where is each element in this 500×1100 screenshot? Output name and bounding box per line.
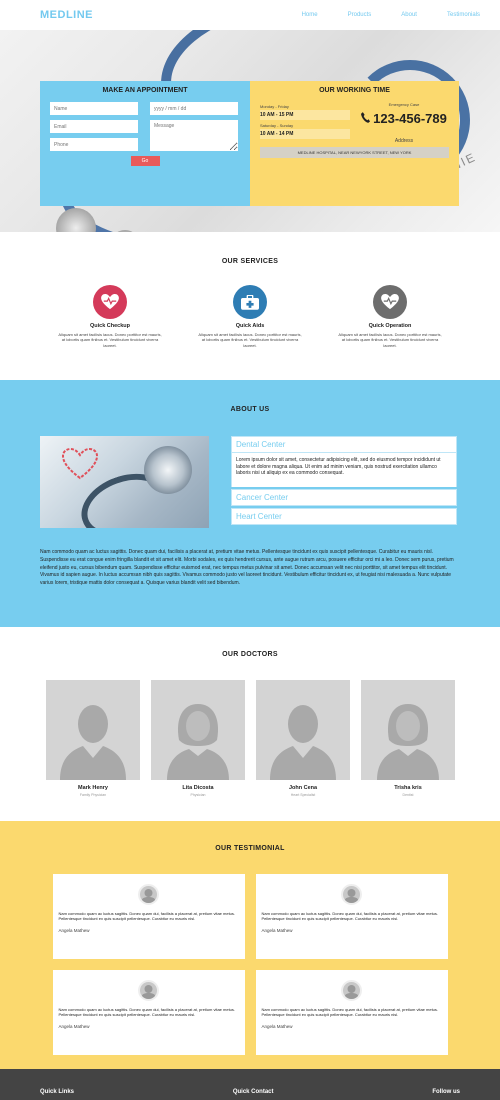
weekend-label: Saturday - Sunday [260, 123, 294, 128]
nav-home[interactable]: Home [302, 12, 318, 18]
first-aid-icon [233, 285, 267, 319]
email-field[interactable] [50, 120, 138, 133]
site-header: MEDLINE Home Products About Testimonials [0, 0, 500, 30]
phone-field[interactable] [50, 138, 138, 151]
address-value: MEDLINE HOSPITAL, NEAR NEWYORK STREET, N… [260, 147, 449, 158]
stethoscope-head-decoration [144, 446, 192, 494]
weekday-label: Monday - Friday [260, 104, 289, 109]
doctor-name: Mark Henry [78, 785, 108, 791]
doctor-role: Physician [190, 793, 206, 797]
service-title: Quick Operation [368, 323, 412, 329]
about-image [40, 436, 209, 528]
date-field[interactable] [150, 102, 238, 115]
appointment-form: MAKE AN APPOINTMENT Go [40, 81, 250, 206]
services-section: OUR SERVICES Quick Checkup Aliquam sit a… [0, 232, 500, 380]
male-avatar-icon [46, 680, 140, 780]
testimonial-section: OUR TESTIMONIAL Nam commodo quam ac luct… [0, 821, 500, 1069]
doctor-name: Lita Dicosta [182, 785, 214, 791]
about-section: ABOUT US Dental Center Lorem ipsum dolor… [0, 380, 500, 627]
about-title: ABOUT US [230, 406, 270, 413]
doctors-section: OUR DOCTORS Mark Henry Family Physician … [0, 627, 500, 821]
service-text: Aliquam sit amet facilisis lacus. Donec … [198, 332, 302, 348]
service-text: Aliquam sit amet facilisis lacus. Donec … [58, 332, 162, 348]
nav-testimonials[interactable]: Testimonials [447, 12, 480, 18]
go-button[interactable]: Go [130, 156, 160, 166]
service-title: Quick Aids [235, 323, 265, 329]
services-title: OUR SERVICES [221, 258, 279, 265]
nav-products[interactable]: Products [348, 12, 372, 18]
footer-quick-links: Quick Links [40, 1089, 75, 1095]
doctor-name: John Cena [288, 785, 318, 791]
accordion-cancer-center[interactable]: Cancer Center [231, 489, 457, 506]
testimonial-card: Nam commodo quam ac luctus sagittis. Don… [255, 874, 448, 959]
site-logo[interactable]: MEDLINE [40, 9, 93, 21]
phone-number-display: 123-456-789 [359, 111, 449, 126]
testimonial-card: Nam commodo quam ac luctus sagittis. Don… [52, 874, 245, 959]
message-field[interactable] [150, 120, 238, 151]
testimonial-text: Nam commodo quam ac luctus sagittis. Don… [58, 1007, 236, 1018]
doctor-name: Trisha kris [394, 785, 422, 791]
phone-number: 123-456-789 [373, 111, 447, 126]
doctor-card[interactable]: John Cena Heart Specialist [256, 680, 350, 797]
weekend-time: 10 AM - 14 PM [260, 129, 350, 139]
appointment-title: MAKE AN APPOINTMENT [102, 87, 188, 94]
accordion-dental-center[interactable]: Dental Center [231, 436, 457, 453]
heart-icon [93, 285, 127, 319]
testimonial-author: Angela Mathew [58, 1023, 90, 1029]
drawn-heart-decoration [62, 448, 98, 480]
user-avatar-icon [138, 980, 159, 1001]
footer-quick-contact: Quick Contact [232, 1089, 274, 1095]
testimonial-title: OUR TESTIMONIAL [215, 845, 285, 852]
testimonial-author: Angela Mathew [58, 927, 90, 933]
testimonial-card: Nam commodo quam ac luctus sagittis. Don… [52, 970, 245, 1055]
heartbeat-icon [373, 285, 407, 319]
testimonial-text: Nam commodo quam ac luctus sagittis. Don… [261, 911, 439, 922]
testimonial-author: Angela Mathew [261, 927, 293, 933]
testimonial-text: Nam commodo quam ac luctus sagittis. Don… [261, 1007, 439, 1018]
footer-follow-us: Follow us [432, 1089, 460, 1095]
user-avatar-icon [341, 980, 362, 1001]
main-nav: Home Products About Testimonials [302, 12, 480, 18]
doctor-role: Heart Specialist [290, 793, 316, 797]
accordion-dental-body: Lorem ipsum dolor sit amet, consectetur … [231, 453, 457, 487]
user-avatar-icon [341, 884, 362, 905]
emergency-label: Emergency Case [388, 102, 420, 107]
working-time-panel: OUR WORKING TIME Monday - Friday 10 AM -… [250, 81, 459, 206]
female-avatar-icon [151, 680, 245, 780]
doctor-role: Family Physician [79, 793, 107, 797]
testimonial-card: Nam commodo quam ac luctus sagittis. Don… [255, 970, 448, 1055]
testimonial-author: Angela Mathew [261, 1023, 293, 1029]
nav-about[interactable]: About [401, 12, 417, 18]
address-label: Address [394, 138, 414, 144]
service-item: Quick Checkup Aliquam sit amet facilisis… [58, 285, 162, 348]
working-time-title: OUR WORKING TIME [319, 87, 390, 94]
female-avatar-icon [361, 680, 455, 780]
male-avatar-icon [256, 680, 350, 780]
doctor-card[interactable]: Trisha kris Dentist [361, 680, 455, 797]
doctor-card[interactable]: Lita Dicosta Physician [151, 680, 245, 797]
phone-icon [361, 111, 371, 126]
doctors-title: OUR DOCTORS [222, 651, 278, 658]
hero-section: ZAKAZIVANIE MAKE AN APPOINTMENT Go OUR W… [0, 30, 500, 232]
user-avatar-icon [138, 884, 159, 905]
service-item: Quick Aids Aliquam sit amet facilisis la… [198, 285, 302, 348]
service-title: Quick Checkup [89, 323, 131, 329]
service-text: Aliquam sit amet facilisis lacus. Donec … [338, 332, 442, 348]
weekday-time: 10 AM - 15 PM [260, 110, 350, 120]
site-footer: Quick Links Quick Contact Follow us [0, 1069, 500, 1100]
doctor-role: Dentist [402, 793, 414, 797]
testimonial-text: Nam commodo quam ac luctus sagittis. Don… [58, 911, 236, 922]
about-paragraph: Nam commodo quam ac luctus sagittis. Don… [40, 549, 454, 586]
accordion-heart-center[interactable]: Heart Center [231, 508, 457, 525]
name-field[interactable] [50, 102, 138, 115]
doctor-card[interactable]: Mark Henry Family Physician [46, 680, 140, 797]
service-item: Quick Operation Aliquam sit amet facilis… [338, 285, 442, 348]
departments-accordion: Dental Center Lorem ipsum dolor sit amet… [231, 436, 457, 528]
